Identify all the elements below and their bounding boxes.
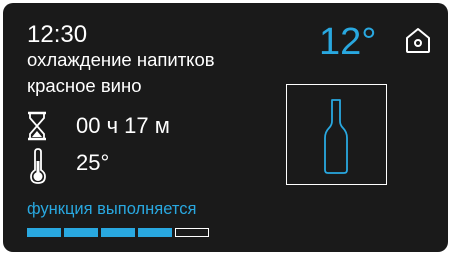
home-button[interactable]	[403, 25, 433, 55]
wine-bottle-icon	[324, 99, 348, 174]
progress-segment	[175, 228, 209, 237]
progress-segment	[27, 228, 61, 237]
progress-bar	[27, 228, 209, 237]
timer-value[interactable]: 00 ч 17 м	[76, 115, 170, 137]
progress-segment	[64, 228, 98, 237]
drink-type-box[interactable]	[286, 84, 387, 185]
thermometer-icon	[29, 148, 47, 184]
current-temperature: 25°	[76, 150, 110, 175]
status-text: функция выполняется	[27, 200, 197, 218]
home-icon	[406, 28, 430, 53]
clock-time: 12:30	[27, 21, 88, 48]
progress-segment	[138, 228, 172, 237]
progress-segment	[101, 228, 135, 237]
subprogram-name: красное вино	[27, 75, 142, 96]
program-name: охлаждение напитков	[27, 49, 215, 70]
appliance-display: 12:30 охлаждение напитков красное вино 1…	[3, 3, 448, 252]
hourglass-icon	[26, 111, 48, 141]
target-temperature[interactable]: 12°	[319, 23, 376, 61]
